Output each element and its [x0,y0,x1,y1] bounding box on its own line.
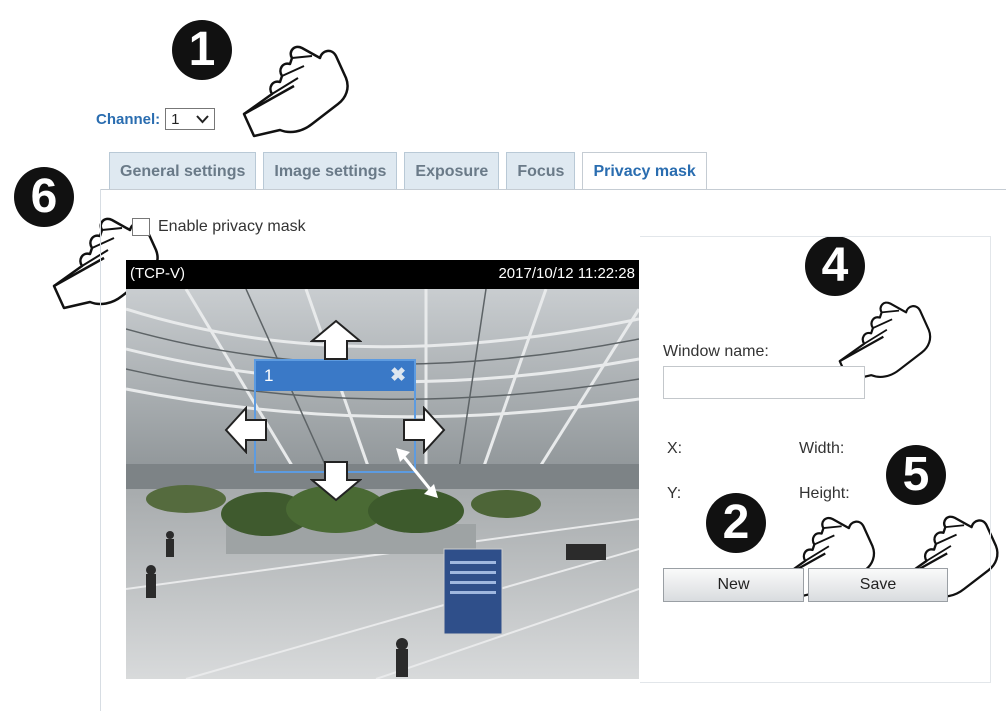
y-label: Y: [667,485,682,502]
height-label: Height: [799,485,850,502]
save-button[interactable]: Save [808,568,948,602]
tab-privacy-mask[interactable]: Privacy mask [582,152,707,190]
window-name-input[interactable] [663,366,865,399]
pointing-hand-icon [242,45,349,138]
channel-value: 1 [171,110,180,128]
move-arrow-icon [310,319,362,360]
channel-label: Channel: [96,110,161,128]
enable-privacy-mask-label: Enable privacy mask [158,218,306,235]
chevron-down-icon [196,114,209,123]
tab-divider [100,189,1006,190]
close-icon[interactable]: ✖ [390,364,406,387]
settings-panel-frame [640,236,991,683]
stream-label: (TCP-V) [130,265,185,282]
privacy-mask-window[interactable]: 1 ✖ [254,359,416,473]
enable-privacy-mask-row[interactable]: Enable privacy mask [132,218,306,236]
width-label: Width: [799,440,845,457]
video-timestamp: 2017/10/12 11:22:28 [498,265,635,282]
live-video-view[interactable]: (TCP-V) 2017/10/12 11:22:28 1 ✖ [126,260,639,679]
tab-general-settings[interactable]: General settings [109,152,257,190]
tab-focus[interactable]: Focus [506,152,576,190]
x-label: X: [667,440,683,457]
panel-border [100,189,101,711]
tab-image-settings[interactable]: Image settings [263,152,398,190]
move-arrow-icon [310,461,362,502]
airport-terminal-scene [126,289,639,679]
callout-1: 1 [172,20,232,80]
privacy-mask-window-name: 1 [264,366,274,385]
tab-exposure[interactable]: Exposure [404,152,500,190]
privacy-mask-window-header[interactable]: 1 ✖ [256,361,414,391]
window-name-label: Window name: [663,343,769,360]
channel-select[interactable]: 1 [165,108,216,130]
new-button[interactable]: New [663,568,804,602]
resize-arrow-icon [396,448,438,498]
settings-tabs: General settings Image settings Exposure… [109,152,714,190]
channel-selector: Channel: 1 [96,108,216,130]
enable-privacy-mask-checkbox[interactable] [132,218,150,236]
video-caption-bar: (TCP-V) 2017/10/12 11:22:28 [126,260,639,289]
move-arrow-icon [224,406,267,454]
